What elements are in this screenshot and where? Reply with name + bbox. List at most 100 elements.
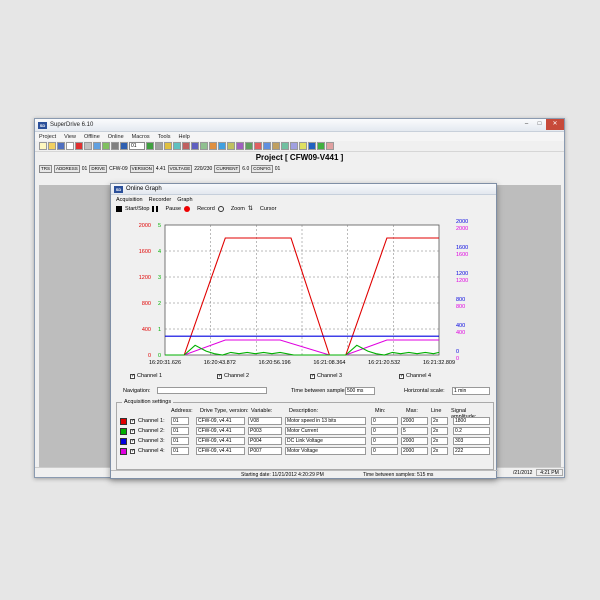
chart-icon[interactable]	[245, 142, 253, 150]
print-icon[interactable]	[66, 142, 74, 150]
stop-icon[interactable]	[155, 142, 163, 150]
run-icon[interactable]	[146, 142, 154, 150]
channel-2-max[interactable]: 5	[401, 427, 428, 435]
cursor-button[interactable]: Cursor	[260, 206, 277, 212]
graph-titlebar[interactable]: SD Online Graph	[111, 184, 496, 195]
checkbox-checked-icon[interactable]: ✓	[130, 419, 135, 424]
download-icon[interactable]	[191, 142, 199, 150]
horizontal-scale-select[interactable]: 1 min	[452, 387, 490, 395]
tool-icon[interactable]	[111, 142, 119, 150]
channel-2-variable-select[interactable]: P003	[248, 427, 282, 435]
channel-2-amplitude[interactable]: 0.2	[453, 427, 490, 435]
online-graph-chart[interactable]: 0 400 800 1200 1600 2000 0 1 2 3 4 5 0 400 800 1200 1600…	[111, 215, 498, 367]
close-button[interactable]: ✕	[546, 119, 564, 130]
channel-3-color-swatch[interactable]	[120, 438, 127, 445]
channel-1-variable-select[interactable]: V08	[248, 417, 282, 425]
record-button[interactable]: Record	[197, 206, 215, 212]
channel-3-variable-select[interactable]: P004	[248, 437, 282, 445]
monitor-icon[interactable]	[209, 142, 217, 150]
start-stop-button[interactable]: Start/Stop	[125, 206, 149, 212]
channel-1-color-swatch[interactable]	[120, 418, 127, 425]
navigation-slider[interactable]	[157, 387, 267, 394]
channel-3-max[interactable]: 2000	[401, 437, 428, 445]
menu-macros[interactable]: Macros	[132, 134, 150, 140]
help-icon[interactable]	[299, 142, 307, 150]
menu-view[interactable]: View	[64, 134, 76, 140]
trend-icon[interactable]	[227, 142, 235, 150]
menu-help[interactable]: Help	[179, 134, 190, 140]
compare-icon[interactable]	[200, 142, 208, 150]
channel-4-amplitude[interactable]: 222	[453, 447, 490, 455]
channel-1-max[interactable]: 2000	[401, 417, 428, 425]
pause-icon[interactable]	[152, 206, 159, 212]
macro-icon[interactable]	[281, 142, 289, 150]
menu-online[interactable]: Online	[108, 134, 124, 140]
menu-acquisition[interactable]: Acquisition	[116, 197, 143, 203]
channel-4-color-swatch[interactable]	[120, 448, 127, 455]
new-file-icon[interactable]	[39, 142, 47, 150]
channel-2-toggle[interactable]: ✓ Channel 2	[217, 373, 249, 379]
channel-3-toggle[interactable]: ✓ Channel 3	[310, 373, 342, 379]
menu-graph[interactable]: Graph	[177, 197, 192, 203]
channel-4-toggle[interactable]: ✓ Channel 4	[399, 373, 431, 379]
time-between-input[interactable]: 500 ms	[345, 387, 375, 395]
checkbox-checked-icon[interactable]: ✓	[217, 373, 222, 379]
minimize-button[interactable]: –	[520, 119, 533, 130]
main-titlebar[interactable]: SD SuperDrive 6.10 – □ ✕	[35, 119, 564, 132]
alarm-icon[interactable]	[254, 142, 262, 150]
edit-icon[interactable]	[102, 142, 110, 150]
address-select[interactable]: 01	[129, 142, 145, 150]
parameter-icon[interactable]	[164, 142, 172, 150]
channel-4-drive-select[interactable]: CFW-09, v4.41	[196, 447, 245, 455]
channel-4-address-select[interactable]: 01	[171, 447, 189, 455]
channel-1-toggle[interactable]: ✓ Channel 1	[130, 373, 162, 379]
channel-3-line-select[interactable]: 2x	[431, 437, 448, 445]
delete-icon[interactable]	[75, 142, 83, 150]
plot-area[interactable]: 0 400 800 1200 1600 2000 0 1 2 3 4 5 0 400 800 1200 1600…	[111, 215, 498, 367]
channel-3-min[interactable]: 0	[371, 437, 398, 445]
menu-offline[interactable]: Offline	[84, 134, 100, 140]
channel-2-description[interactable]: Motor Current	[285, 427, 366, 435]
pause-button[interactable]: Pause	[165, 206, 181, 212]
tree-icon[interactable]	[317, 142, 325, 150]
record-dot-icon[interactable]	[184, 206, 191, 212]
graph-icon[interactable]	[218, 142, 226, 150]
window-icon[interactable]	[290, 142, 298, 150]
channel-3-description[interactable]: DC Link Voltage	[285, 437, 366, 445]
save-icon[interactable]	[57, 142, 65, 150]
channel-4-max[interactable]: 2000	[401, 447, 428, 455]
info-icon[interactable]	[326, 142, 334, 150]
channel-1-drive-select[interactable]: CFW-09, v4.41	[196, 417, 245, 425]
checkbox-checked-icon[interactable]: ✓	[310, 373, 315, 379]
channel-2-min[interactable]: 0	[371, 427, 398, 435]
copy-icon[interactable]	[84, 142, 92, 150]
menu-tools[interactable]: Tools	[158, 134, 171, 140]
menu-recorder[interactable]: Recorder	[149, 197, 172, 203]
channel-1-min[interactable]: 0	[371, 417, 398, 425]
oscilloscope-icon[interactable]	[236, 142, 244, 150]
globe-icon[interactable]	[308, 142, 316, 150]
zoom-button[interactable]: Zoom	[231, 206, 245, 212]
channel-2-color-swatch[interactable]	[120, 428, 127, 435]
checkbox-checked-icon[interactable]: ✓	[399, 373, 404, 379]
channel-1-address-select[interactable]: 01	[171, 417, 189, 425]
channel-2-address-select[interactable]: 01	[171, 427, 189, 435]
channel-4-min[interactable]: 0	[371, 447, 398, 455]
channel-4-description[interactable]: Motor Voltage	[285, 447, 366, 455]
channel-2-drive-select[interactable]: CFW-09, v4.41	[196, 427, 245, 435]
channel-3-amplitude[interactable]: 303	[453, 437, 490, 445]
connect-icon[interactable]	[120, 142, 128, 150]
checkbox-checked-icon[interactable]: ✓	[130, 373, 135, 379]
settings-icon[interactable]	[272, 142, 280, 150]
network-icon[interactable]	[263, 142, 271, 150]
menu-project[interactable]: Project	[39, 134, 56, 140]
checkbox-checked-icon[interactable]: ✓	[130, 449, 135, 454]
channel-1-line-select[interactable]: 2x	[431, 417, 448, 425]
channel-4-variable-select[interactable]: P007	[248, 447, 282, 455]
channel-1-amplitude[interactable]: 1800	[453, 417, 490, 425]
channel-2-line-select[interactable]: 2x	[431, 427, 448, 435]
upload-icon[interactable]	[182, 142, 190, 150]
checkbox-checked-icon[interactable]: ✓	[130, 429, 135, 434]
checkbox-checked-icon[interactable]: ✓	[130, 439, 135, 444]
magnifier-icon[interactable]	[217, 206, 224, 212]
